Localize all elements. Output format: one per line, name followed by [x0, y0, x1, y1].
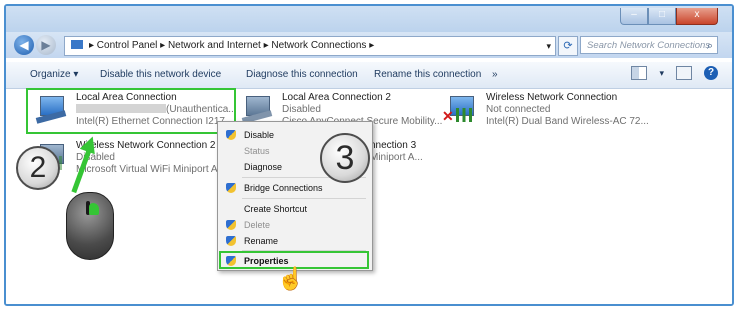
wireless-adapter-icon: ✕: [442, 94, 478, 124]
close-button[interactable]: x: [676, 8, 718, 25]
more-commands-button[interactable]: »: [492, 69, 498, 80]
refresh-button[interactable]: ⟳: [558, 36, 578, 56]
search-icon[interactable]: ⌕: [707, 37, 713, 55]
mouse-icon: [66, 192, 114, 260]
menu-item-rename[interactable]: Rename: [218, 234, 372, 248]
address-dropdown-icon[interactable]: ▾: [546, 37, 551, 55]
toolbar-icons: ▾ ?: [631, 66, 718, 80]
minimize-button[interactable]: –: [620, 8, 648, 25]
step-callout: 2: [16, 146, 60, 190]
back-button[interactable]: ◀: [14, 35, 34, 55]
shield-icon: [226, 130, 236, 140]
control-panel-icon: [71, 40, 83, 49]
address-row: ◀ ▶ ▸ Control Panel ▸ Network and Intern…: [6, 32, 732, 58]
help-icon[interactable]: ?: [704, 66, 718, 80]
forward-button[interactable]: ▶: [36, 35, 56, 55]
menu-item-delete[interactable]: Delete: [218, 218, 372, 232]
menu-item-bridge[interactable]: Bridge Connections: [218, 181, 372, 195]
shield-icon: [226, 236, 236, 246]
menu-item-create-shortcut[interactable]: Create Shortcut: [218, 202, 372, 216]
breadcrumb: ▸ Control Panel ▸ Network and Internet ▸…: [89, 40, 375, 51]
network-adapter-icon: [241, 94, 274, 124]
step-callout: 3: [320, 133, 370, 183]
window-controls: – □ x: [620, 8, 718, 25]
selection-highlight: [26, 88, 236, 134]
search-placeholder: Search Network Connections: [587, 40, 711, 51]
view-options-icon[interactable]: [631, 66, 648, 80]
command-toolbar: Organize ▾ Disable this network device D…: [6, 62, 732, 89]
shield-icon: [226, 183, 236, 193]
diagnose-button[interactable]: Diagnose this connection: [246, 69, 358, 80]
shield-icon: [226, 220, 236, 230]
search-input[interactable]: Search Network Connections ⌕: [580, 36, 718, 54]
disable-device-button[interactable]: Disable this network device: [100, 69, 221, 80]
hand-cursor-icon: ☝: [277, 266, 305, 291]
maximize-button[interactable]: □: [648, 8, 676, 25]
menu-separator: [242, 198, 366, 199]
rename-button[interactable]: Rename this connection: [374, 69, 481, 80]
address-bar[interactable]: ▸ Control Panel ▸ Network and Internet ▸…: [64, 36, 556, 56]
view-dropdown-icon[interactable]: ▾: [659, 68, 664, 79]
organize-menu[interactable]: Organize ▾: [30, 69, 78, 80]
preview-pane-icon[interactable]: [676, 66, 692, 80]
